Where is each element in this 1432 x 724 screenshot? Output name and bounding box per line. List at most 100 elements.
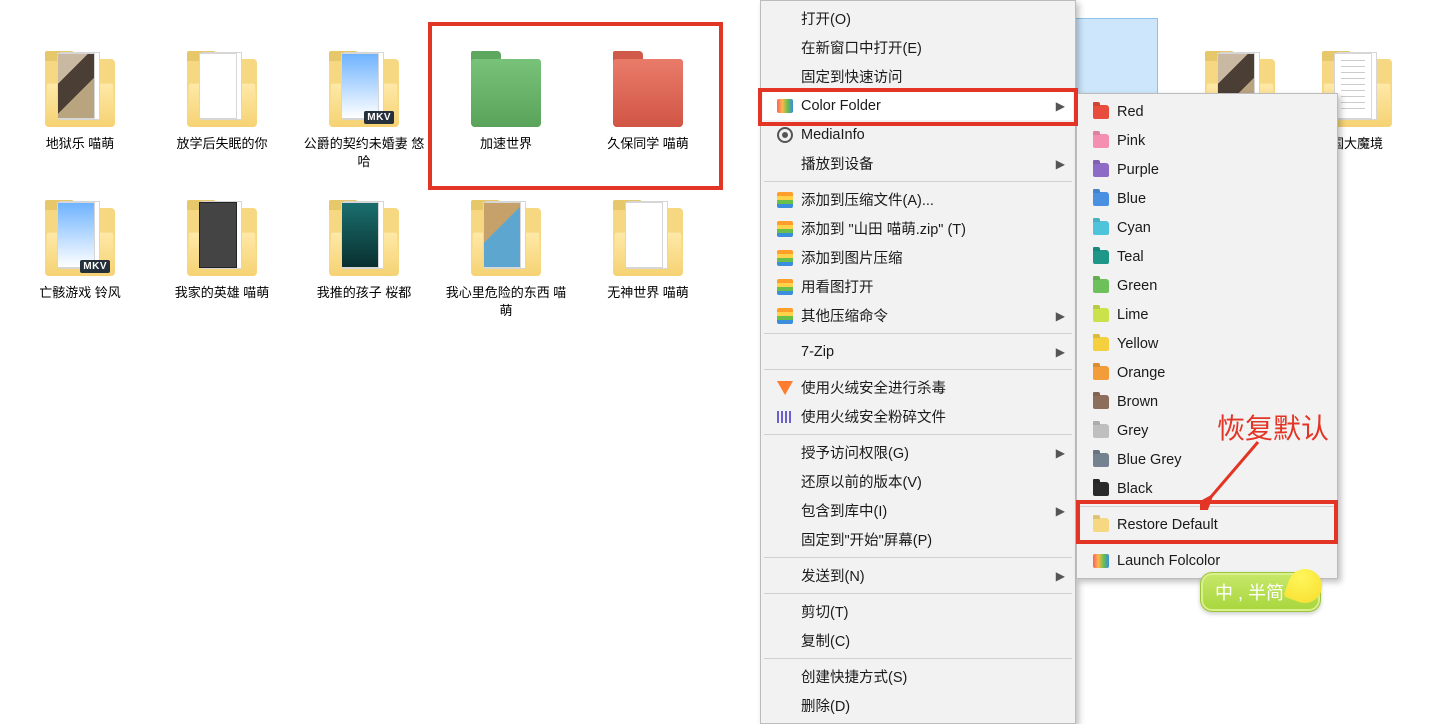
menu-item[interactable]: 其他压缩命令▶ bbox=[763, 301, 1073, 330]
color-option[interactable]: Cyan bbox=[1079, 213, 1335, 242]
mediainfo-icon bbox=[777, 127, 793, 143]
restore-default[interactable]: Restore Default bbox=[1079, 510, 1335, 539]
menu-item-label: 授予访问权限(G) bbox=[797, 442, 1045, 463]
folder-item[interactable]: 我推的孩子 桜都 bbox=[294, 194, 434, 323]
color-option[interactable]: Red bbox=[1079, 97, 1335, 126]
folder-label: 地狱乐 喵萌 bbox=[46, 135, 115, 153]
chevron-right-icon: ▶ bbox=[1056, 446, 1065, 460]
menu-item[interactable]: 固定到快速访问 bbox=[763, 62, 1073, 91]
color-option[interactable]: Purple bbox=[1079, 155, 1335, 184]
color-option[interactable]: Grey bbox=[1079, 416, 1335, 445]
folder-preview bbox=[625, 202, 663, 268]
color-option-label: Red bbox=[1113, 104, 1307, 120]
color-swatch-icon bbox=[1093, 250, 1109, 264]
color-option[interactable]: Orange bbox=[1079, 358, 1335, 387]
folder-item[interactable]: MKV公爵的契约未婚妻 悠哈 bbox=[294, 45, 434, 174]
color-folder-submenu: Red Pink Purple Blue CyanTealGreenLimeYellow… bbox=[1076, 93, 1338, 579]
menu-item[interactable]: 授予访问权限(G) ▶ bbox=[763, 438, 1073, 467]
folder-item[interactable]: 我心里危险的东西 喵萌 bbox=[436, 194, 576, 323]
menu-item[interactable]: 打开(O) bbox=[763, 4, 1073, 33]
color-option[interactable]: Black bbox=[1079, 474, 1335, 503]
bz-icon bbox=[777, 192, 793, 208]
color-option-label: Blue Grey bbox=[1113, 452, 1307, 468]
folder-item[interactable]: 久保同学 喵萌 bbox=[578, 45, 718, 174]
folder-label: 国大魔境 bbox=[1331, 135, 1383, 153]
menu-item[interactable]: 添加到 "山田 喵萌.zip" (T) bbox=[763, 214, 1073, 243]
menu-separator bbox=[1080, 506, 1334, 507]
bz-icon bbox=[777, 221, 793, 237]
menu-item[interactable]: 包含到库中(I)▶ bbox=[763, 496, 1073, 525]
chevron-right-icon: ▶ bbox=[1056, 157, 1065, 171]
ime-label: 中 , 半简 bbox=[1215, 583, 1284, 603]
menu-item-label: 添加到 "山田 喵萌.zip" (T) bbox=[797, 218, 1045, 239]
folder-label: 久保同学 喵萌 bbox=[607, 135, 689, 153]
color-option[interactable]: Blue Grey bbox=[1079, 445, 1335, 474]
menu-item[interactable]: 复制(C) bbox=[763, 626, 1073, 655]
color-option[interactable]: Yellow bbox=[1079, 329, 1335, 358]
folcolor-icon bbox=[1093, 554, 1109, 568]
folder-item[interactable]: 我家的英雄 喵萌 bbox=[152, 194, 292, 323]
shield-icon bbox=[777, 381, 793, 395]
folder-label: 加速世界 bbox=[480, 135, 532, 153]
menu-item[interactable]: 用看图打开 bbox=[763, 272, 1073, 301]
menu-item[interactable]: 添加到压缩文件(A)... bbox=[763, 185, 1073, 214]
menu-item-label: 播放到设备 bbox=[797, 153, 1045, 174]
folder-item[interactable]: 加速世界 bbox=[436, 45, 576, 174]
menu-separator bbox=[764, 369, 1072, 370]
menu-item[interactable]: 删除(D) bbox=[763, 691, 1073, 720]
restore-default-label: Restore Default bbox=[1113, 517, 1307, 533]
color-swatch-icon bbox=[1093, 105, 1109, 119]
folder-item[interactable]: 放学后失眠的你 bbox=[152, 45, 292, 174]
color-swatch-icon bbox=[1093, 482, 1109, 496]
chevron-right-icon: ▶ bbox=[1056, 569, 1065, 583]
color-swatch-icon bbox=[1093, 192, 1109, 206]
menu-item-label: 使用火绒安全粉碎文件 bbox=[797, 406, 1045, 427]
menu-item[interactable]: 7-Zip▶ bbox=[763, 337, 1073, 366]
menu-separator bbox=[1080, 542, 1334, 543]
menu-item[interactable]: 使用火绒安全进行杀毒 bbox=[763, 373, 1073, 402]
color-swatch-icon bbox=[1093, 221, 1109, 235]
color-option[interactable]: Brown bbox=[1079, 387, 1335, 416]
folder-item[interactable]: 地狱乐 喵萌 bbox=[10, 45, 150, 174]
mkv-badge: MKV bbox=[80, 260, 110, 273]
menu-item[interactable]: 还原以前的版本(V) bbox=[763, 467, 1073, 496]
ime-indicator[interactable]: 中 , 半简 bbox=[1200, 572, 1321, 612]
color-swatch-icon bbox=[1093, 453, 1109, 467]
menu-item[interactable]: Color Folder▶ bbox=[763, 91, 1073, 120]
menu-item-label: MediaInfo bbox=[797, 127, 1045, 143]
folder-preview bbox=[57, 53, 95, 119]
color-option-label: Purple bbox=[1113, 162, 1307, 178]
menu-item-label: 添加到压缩文件(A)... bbox=[797, 189, 1045, 210]
menu-item[interactable]: 播放到设备 ▶ bbox=[763, 149, 1073, 178]
color-option[interactable]: Green bbox=[1079, 271, 1335, 300]
color-option-label: Orange bbox=[1113, 365, 1307, 381]
menu-item[interactable]: 添加到图片压缩 bbox=[763, 243, 1073, 272]
menu-item[interactable]: 固定到"开始"屏幕(P) bbox=[763, 525, 1073, 554]
folder-icon bbox=[613, 59, 683, 127]
color-option-label: Blue bbox=[1113, 191, 1307, 207]
chevron-right-icon: ▶ bbox=[1056, 345, 1065, 359]
menu-item-label: 创建快捷方式(S) bbox=[797, 666, 1045, 687]
folder-preview bbox=[199, 202, 237, 268]
color-option[interactable]: Blue bbox=[1079, 184, 1335, 213]
folder-preview bbox=[341, 53, 379, 119]
color-option[interactable]: Lime bbox=[1079, 300, 1335, 329]
folder-item[interactable]: 无神世界 喵萌 bbox=[578, 194, 718, 323]
menu-separator bbox=[764, 434, 1072, 435]
chevron-right-icon: ▶ bbox=[1056, 504, 1065, 518]
folder-default-icon bbox=[1093, 518, 1109, 532]
menu-item[interactable]: 发送到(N)▶ bbox=[763, 561, 1073, 590]
folder-preview bbox=[341, 202, 379, 268]
color-option[interactable]: Pink bbox=[1079, 126, 1335, 155]
folder-preview bbox=[57, 202, 95, 268]
folder-item[interactable]: MKV 亡骸游戏 铃风 bbox=[10, 194, 150, 323]
menu-item[interactable]: 剪切(T) bbox=[763, 597, 1073, 626]
menu-item-label: 剪切(T) bbox=[797, 601, 1045, 622]
menu-item[interactable]: 在新窗口中打开(E) bbox=[763, 33, 1073, 62]
menu-item[interactable]: 创建快捷方式(S) bbox=[763, 662, 1073, 691]
color-option[interactable]: Teal bbox=[1079, 242, 1335, 271]
menu-item[interactable]: 使用火绒安全粉碎文件 bbox=[763, 402, 1073, 431]
menu-item[interactable]: MediaInfo bbox=[763, 120, 1073, 149]
folder-label: 亡骸游戏 铃风 bbox=[39, 284, 121, 302]
color-swatch-icon bbox=[1093, 134, 1109, 148]
